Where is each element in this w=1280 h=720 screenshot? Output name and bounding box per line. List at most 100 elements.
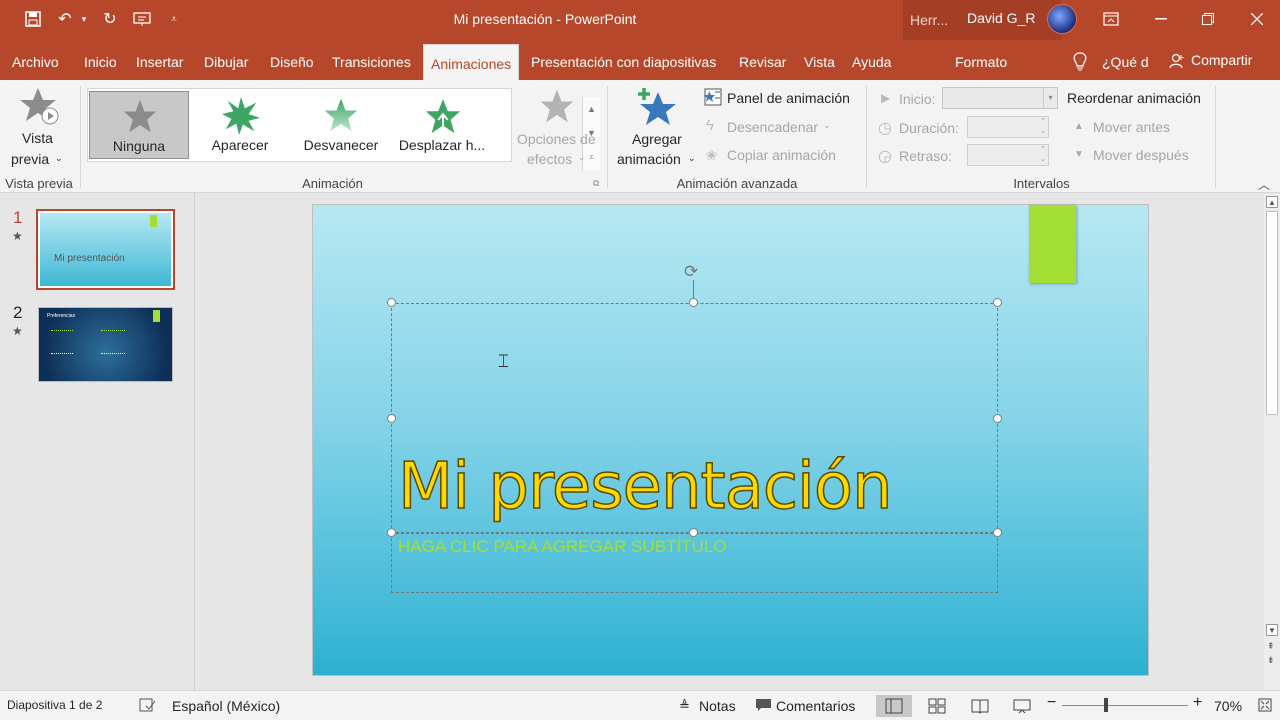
comments-icon[interactable] <box>755 698 772 715</box>
scroll-up-icon[interactable]: ▲ <box>1266 196 1278 208</box>
tab-archivo[interactable]: Archivo <box>12 40 59 80</box>
avatar[interactable] <box>1047 4 1077 34</box>
effect-options-icon[interactable] <box>538 88 576 127</box>
tab-revisar[interactable]: Revisar <box>739 40 786 80</box>
tab-insertar[interactable]: Insertar <box>136 40 183 80</box>
restore-icon[interactable] <box>1191 6 1225 32</box>
language-indicator[interactable]: Español (México) <box>172 698 280 714</box>
slideshow-icon[interactable] <box>1013 698 1031 717</box>
resize-handle[interactable] <box>993 414 1002 423</box>
move-earlier-icon[interactable]: ▲ <box>1074 121 1084 132</box>
preview-dropdown-icon[interactable]: ⌄ <box>55 153 63 164</box>
comments-button[interactable]: Comentarios <box>776 698 855 714</box>
animation-pane-icon[interactable] <box>704 88 722 109</box>
spinner-arrows-icon[interactable]: ⌃ ⌄ <box>1040 145 1046 165</box>
user-name[interactable]: David G_R <box>967 10 1035 26</box>
slide-thumbnail-2[interactable]: Preferencias <box>38 307 173 382</box>
resize-handle[interactable] <box>993 298 1002 307</box>
animation-fly-in[interactable]: Desplazar h... <box>392 91 492 159</box>
add-animation-label-2[interactable]: animación <box>617 151 681 167</box>
prev-slide-icon[interactable]: ⇞ <box>1267 641 1275 652</box>
zoom-slider-track[interactable] <box>1062 705 1188 706</box>
trigger-button[interactable]: Desencadenar <box>727 119 818 135</box>
zoom-out-icon[interactable]: − <box>1047 694 1056 712</box>
tab-vista[interactable]: Vista <box>804 40 835 80</box>
green-rectangle-shape[interactable] <box>1029 205 1076 283</box>
resize-handle[interactable] <box>689 528 698 537</box>
animation-gallery: Ninguna Aparecer Desvanecer Desplazar h.… <box>87 88 600 171</box>
move-earlier-button[interactable]: Mover antes <box>1093 119 1170 135</box>
start-dropdown[interactable]: ▾ <box>942 87 1058 109</box>
resize-handle[interactable] <box>387 298 396 307</box>
dialog-launcher-icon[interactable]: ⧉ <box>593 178 599 189</box>
tab-formato[interactable]: Formato <box>955 40 1007 80</box>
normal-view-button[interactable] <box>876 695 912 717</box>
gallery-up-icon[interactable]: ▲ <box>583 97 600 121</box>
slide-title[interactable]: Mi presentación <box>397 449 893 525</box>
vertical-scrollbar[interactable]: ▲ ▼ ⇞ ⇟ <box>1264 193 1280 690</box>
resize-handle[interactable] <box>689 298 698 307</box>
effect-options-dropdown-icon[interactable]: ⌄ <box>578 152 586 163</box>
scroll-down-icon[interactable]: ▼ <box>1266 624 1278 636</box>
add-animation-icon[interactable] <box>636 86 676 129</box>
notes-icon[interactable]: ≜ <box>679 698 690 714</box>
minimize-icon[interactable] <box>1144 6 1178 32</box>
add-animation-dropdown-icon[interactable]: ⌄ <box>688 153 696 164</box>
gallery-more-icon[interactable]: ⩡ <box>583 145 600 169</box>
lightbulb-icon[interactable] <box>1072 52 1088 75</box>
animation-painter-button[interactable]: Copiar animación <box>727 147 836 163</box>
resize-handle[interactable] <box>993 528 1002 537</box>
animation-fade[interactable]: Desvanecer <box>291 91 391 159</box>
spinner-arrows-icon[interactable]: ⌃ ⌄ <box>1040 117 1046 137</box>
animation-appear[interactable]: Aparecer <box>190 91 290 159</box>
preview-label-2[interactable]: previa <box>11 151 49 167</box>
add-animation-label-1[interactable]: Agregar <box>632 131 682 147</box>
delay-clock-icon: ◶ <box>878 148 892 165</box>
share-button[interactable]: Compartir <box>1191 40 1252 80</box>
trigger-icon[interactable]: ϟ <box>706 117 714 134</box>
delay-spinner[interactable]: ⌃ ⌄ <box>967 144 1049 166</box>
tell-me-search[interactable]: ¿Qué d <box>1102 40 1149 80</box>
fit-to-window-icon[interactable] <box>1258 698 1272 715</box>
preview-label-1[interactable]: Vista <box>22 130 53 146</box>
title-bar: ↶ ▾ ↻ ⩡ Mi presentación - PowerPoint Her… <box>0 0 1280 80</box>
group-vista-previa: Vista previa <box>5 176 73 191</box>
tab-diseno[interactable]: Diseño <box>270 40 314 80</box>
zoom-slider-thumb[interactable] <box>1104 698 1108 712</box>
resize-handle[interactable] <box>387 414 396 423</box>
slide-sorter-icon[interactable] <box>928 698 946 717</box>
notes-button[interactable]: Notas <box>699 698 736 714</box>
close-icon[interactable] <box>1240 6 1274 32</box>
next-slide-icon[interactable]: ⇟ <box>1267 655 1275 666</box>
tab-ayuda[interactable]: Ayuda <box>852 40 891 80</box>
animation-painter-icon[interactable]: ✬ <box>705 146 718 164</box>
tab-transiciones[interactable]: Transiciones <box>332 40 411 80</box>
effect-options-label-1[interactable]: Opciones de <box>517 131 596 147</box>
clock-icon: ◷ <box>878 120 892 137</box>
resize-handle[interactable] <box>387 528 396 537</box>
animation-pane-button[interactable]: Panel de animación <box>727 90 850 106</box>
subtitle-text[interactable]: HAGA CLIC PARA AGREGAR SUBTÍTULO <box>398 537 726 557</box>
share-person-icon[interactable] <box>1169 53 1185 72</box>
reading-view-icon[interactable] <box>971 698 989 717</box>
move-later-button[interactable]: Mover después <box>1093 147 1189 163</box>
duration-spinner[interactable]: ⌃ ⌄ <box>967 116 1049 138</box>
trigger-dropdown-icon[interactable]: ⌄ <box>823 120 831 131</box>
animation-none[interactable]: Ninguna <box>89 91 189 159</box>
zoom-in-icon[interactable]: + <box>1193 694 1202 712</box>
tab-dibujar[interactable]: Dibujar <box>204 40 248 80</box>
scroll-thumb[interactable] <box>1266 211 1278 415</box>
slide-thumbnail-1[interactable]: Mi presentación <box>36 209 175 290</box>
ribbon-display-options-icon[interactable] <box>1094 6 1128 32</box>
rotate-handle-icon[interactable]: ⟳ <box>684 262 698 282</box>
tab-animaciones[interactable]: Animaciones <box>423 44 520 80</box>
move-later-icon[interactable]: ▼ <box>1074 149 1084 160</box>
zoom-level[interactable]: 70% <box>1214 698 1242 714</box>
tab-presentacion[interactable]: Presentación con diapositivas <box>531 40 716 80</box>
start-dropdown-arrow-icon[interactable]: ▾ <box>1043 88 1057 108</box>
preview-star-icon[interactable] <box>20 86 60 129</box>
spellcheck-icon[interactable] <box>139 698 156 715</box>
tab-inicio[interactable]: Inicio <box>84 40 117 80</box>
collapse-ribbon-icon[interactable]: ︿ <box>1258 176 1270 193</box>
effect-options-label-2[interactable]: efectos <box>527 151 572 167</box>
